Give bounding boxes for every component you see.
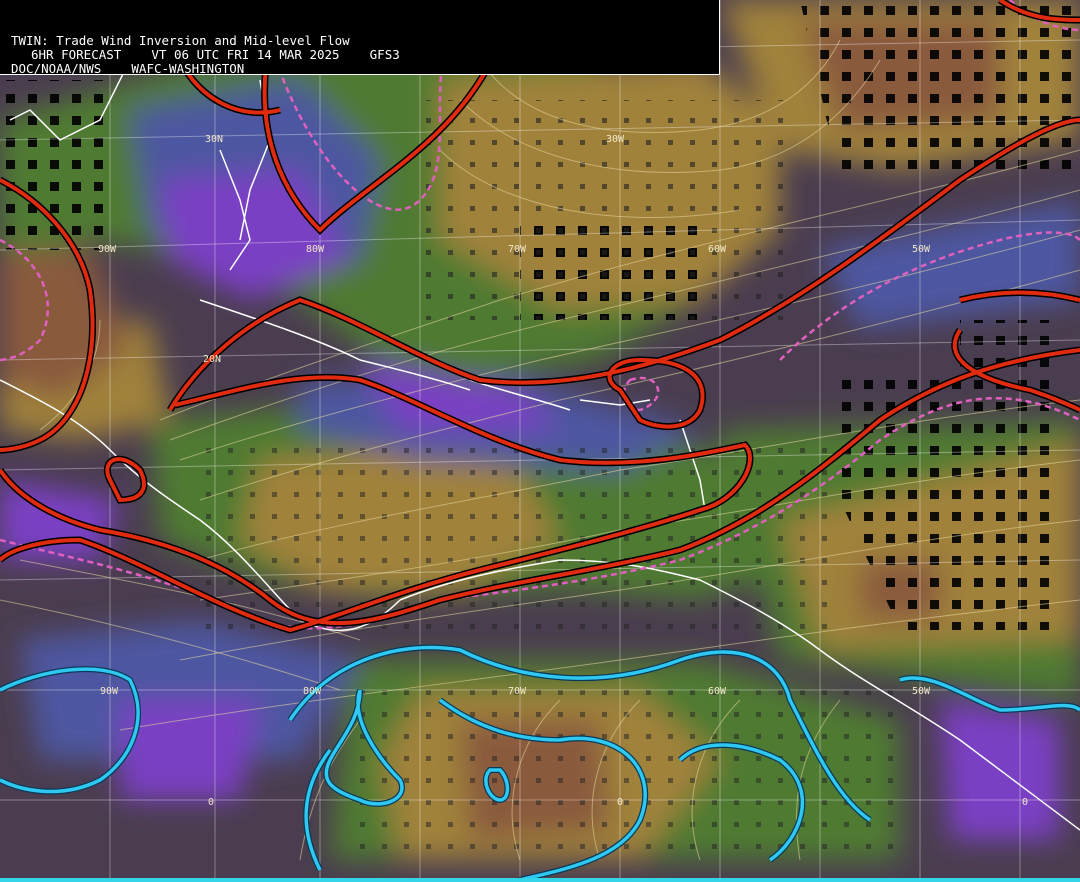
lon-label: 30W <box>606 134 625 145</box>
map-header: TWIN: Trade Wind Inversion and Mid-level… <box>0 0 720 76</box>
lon-label: 70W <box>508 686 527 697</box>
lat-label: 0 <box>1022 797 1028 808</box>
lat-label: 20N <box>203 354 221 365</box>
lat-label: 0 <box>617 797 623 808</box>
lat-label: 0 <box>208 797 214 808</box>
forecast-map: 90W 80W 70W 60W 50W 30W 90W 80W 70W 60W … <box>0 0 1080 882</box>
lat-label: 30N <box>205 134 223 145</box>
lon-label: 60W <box>708 244 727 255</box>
forecast-valid-time: 6HR FORECAST VT 06 UTC FRI 14 MAR 2025 G… <box>31 47 400 62</box>
lon-label: 50W <box>912 686 931 697</box>
source-agency: DOC/NOAA/NWS WAFC-WASHINGTON <box>11 61 245 76</box>
lon-label: 80W <box>303 686 322 697</box>
lon-label: 80W <box>306 244 325 255</box>
map-title: TWIN: Trade Wind Inversion and Mid-level… <box>11 33 350 48</box>
lon-label: 70W <box>508 244 527 255</box>
bottom-border <box>0 878 1080 882</box>
lon-label: 90W <box>100 686 119 697</box>
lon-label: 90W <box>98 244 117 255</box>
lon-label: 60W <box>708 686 727 697</box>
lon-label: 50W <box>912 244 931 255</box>
